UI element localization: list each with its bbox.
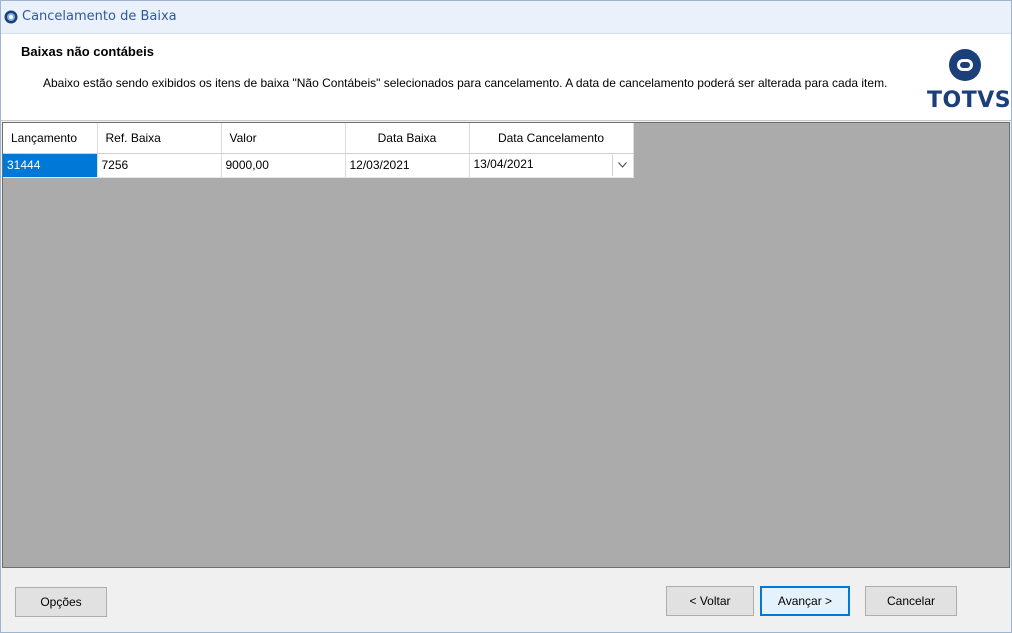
title-bar[interactable]: Cancelamento de Baixa [1,1,1011,34]
table-row[interactable]: 31444 7256 9000,00 12/03/2021 13/04/2021 [3,153,634,178]
wizard-header: Baixas não contábeis Abaixo estão sendo … [1,34,1011,121]
table-header-row: Lançamento Ref. Baixa Valor Data Baixa D… [3,123,634,154]
column-header-data-baixa[interactable]: Data Baixa [345,123,470,154]
cell-lancamento[interactable]: 31444 [3,153,98,178]
data-cancelamento-dropdown[interactable]: 13/04/2021 [469,153,634,178]
next-button[interactable]: Avançar > [760,586,850,616]
wizard-window: Cancelamento de Baixa Baixas não contábe… [0,0,1012,633]
items-table: Lançamento Ref. Baixa Valor Data Baixa D… [3,123,634,178]
wizard-footer: Opções < Voltar Avançar > Cancelar [1,568,1011,632]
items-grid[interactable]: Lançamento Ref. Baixa Valor Data Baixa D… [2,122,1010,568]
app-icon [4,10,18,24]
options-button[interactable]: Opções [15,587,107,617]
window-title: Cancelamento de Baixa [22,9,177,24]
totvs-logo-text: TOTVS [927,88,1012,113]
data-cancelamento-value: 13/04/2021 [473,156,534,171]
cell-ref-baixa[interactable]: 7256 [97,153,222,178]
page-description: Abaixo estão sendo exibidos os itens de … [43,76,888,90]
totvs-logo: TOTVS [925,44,1012,114]
chevron-down-icon [617,161,627,168]
column-header-lancamento[interactable]: Lançamento [3,123,98,154]
back-button[interactable]: < Voltar [666,586,754,616]
cell-data-baixa[interactable]: 12/03/2021 [345,153,470,178]
dropdown-button[interactable] [611,154,632,176]
column-header-ref-baixa[interactable]: Ref. Baixa [97,123,222,154]
cell-valor[interactable]: 9000,00 [221,153,346,178]
totvs-logo-icon [949,49,981,81]
page-title: Baixas não contábeis [21,44,154,59]
column-header-valor[interactable]: Valor [221,123,346,154]
cancel-button[interactable]: Cancelar [865,586,957,616]
column-header-data-cancelamento[interactable]: Data Cancelamento [469,123,634,154]
